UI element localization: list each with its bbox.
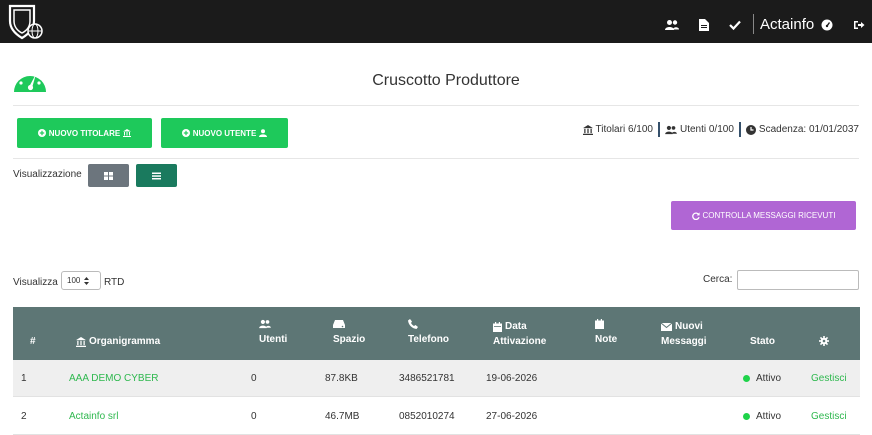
grid-icon [104,171,113,180]
row-num: 2 [21,411,27,422]
col-new-messages-header[interactable]: Nuovi Messaggi [661,319,707,349]
check-messages-button[interactable]: CONTROLLA MESSAGGI RICEVUTI [671,201,856,230]
col-status-header[interactable]: Stato [750,334,775,349]
refresh-icon [691,211,700,220]
users-icon [259,319,271,329]
row-users: 0 [251,373,257,384]
logo-shield-icon[interactable] [6,3,44,41]
status-active-dot [743,413,750,420]
view-label: Visualizzazione [13,169,82,180]
page-title: Cruscotto Produttore [372,72,520,89]
expiry-stat: Scadenza: 01/01/2037 [745,124,859,135]
check-icon[interactable] [729,18,743,31]
col-date-label-2: Attivazione [493,336,547,347]
grid-view-button[interactable] [88,164,129,187]
envelope-icon [661,322,672,331]
plus-circle-icon [37,129,46,137]
row-phone: 3486521781 [399,373,455,384]
table-header: # Organigramma Utenti Spazio Telefono Da… [13,307,860,360]
col-notes-label: Note [595,334,618,345]
bank-icon [582,124,593,135]
row-status-label: Attivo [756,373,782,384]
new-user-button[interactable]: NUOVO UTENTE [161,118,288,148]
gear-icon [819,336,829,346]
row-org-link[interactable]: Actainfo srl [69,398,118,435]
page-size-label: Visualizza [13,277,58,288]
page-size-unit: RTD [104,277,125,288]
row-org-link[interactable]: AAA DEMO CYBER [69,360,158,397]
table-row: 2 Actainfo srl 0 46.7MB 0852010274 27-06… [13,398,860,435]
page-size-value: 100 [67,276,81,285]
new-holder-button[interactable]: NUOVO TITOLARE [17,118,152,148]
status-active-dot [743,375,750,382]
plus-circle-icon [181,129,190,137]
col-users-label: Utenti [259,334,288,345]
producer-stats: Titolari 6/100 Utenti 0/100 Scadenza: 01… [582,122,859,137]
stat-divider [657,122,660,137]
page-size-select[interactable]: 100 [61,271,101,290]
table-row: 1 AAA DEMO CYBER 0 87.8KB 3486521781 19-… [13,360,860,397]
col-msgs-label-1: Nuovi [675,321,703,332]
col-phone-header[interactable]: Telefono [408,319,449,347]
col-msgs-label-2: Messaggi [661,336,707,347]
row-status: Attivo [743,360,781,397]
col-notes-header[interactable]: Note [595,319,617,347]
document-icon[interactable] [699,18,713,31]
users-icon [665,125,677,134]
brand-name[interactable]: Actainfo [760,16,814,33]
phone-icon [408,319,418,329]
col-org-header[interactable]: Organigramma [76,334,160,349]
new-holder-label: NUOVO TITOLARE [48,128,121,138]
holders-stat: Titolari 6/100 [582,124,653,135]
users-count: Utenti 0/100 [679,124,734,135]
divider [13,105,859,106]
calendar-icon [493,321,502,332]
list-view-button[interactable] [136,164,177,187]
col-activation-date-header[interactable]: Data Attivazione [493,319,546,349]
top-navbar: Actainfo [0,0,872,43]
search-input[interactable] [737,270,859,290]
hard-drive-icon [333,320,345,328]
new-user-label: NUOVO UTENTE [192,128,257,138]
col-actions-header [819,336,829,346]
logout-icon[interactable] [853,18,867,30]
row-activation-date: 19-06-2026 [486,373,538,384]
col-date-label-1: Data [505,321,527,332]
row-users: 0 [251,411,257,422]
users-icon[interactable] [665,18,679,30]
bank-icon [123,129,132,137]
list-icon [152,172,161,179]
user-icon [259,129,268,137]
clock-icon [745,124,756,135]
row-phone: 0852010274 [399,411,455,422]
stat-divider [738,122,741,137]
col-num-header[interactable]: # [30,334,36,349]
col-phone-label: Telefono [408,334,449,345]
row-num: 1 [21,373,27,384]
users-stat: Utenti 0/100 [665,124,734,135]
divider [13,158,859,159]
row-status-label: Attivo [756,411,782,422]
calendar-icon [595,319,604,329]
col-space-header[interactable]: Spazio [333,319,365,347]
holders-count: Titolari 6/100 [595,124,653,135]
row-activation-date: 27-06-2026 [486,411,538,422]
sort-arrows-icon [84,276,90,285]
row-manage-link[interactable]: Gestisci [811,360,847,397]
search-label: Cerca: [703,274,733,285]
col-users-header[interactable]: Utenti [259,319,287,347]
row-manage-link[interactable]: Gestisci [811,398,847,435]
row-space: 87.8KB [325,373,358,384]
bank-icon [76,336,86,347]
col-space-label: Spazio [333,334,366,345]
col-org-label: Organigramma [89,336,161,347]
navbar-divider [753,14,754,34]
expiry-date: Scadenza: 01/01/2037 [758,124,859,135]
check-messages-label: CONTROLLA MESSAGGI RICEVUTI [702,211,836,220]
row-status: Attivo [743,398,781,435]
row-space: 46.7MB [325,411,360,422]
dashboard-icon[interactable] [821,18,835,31]
